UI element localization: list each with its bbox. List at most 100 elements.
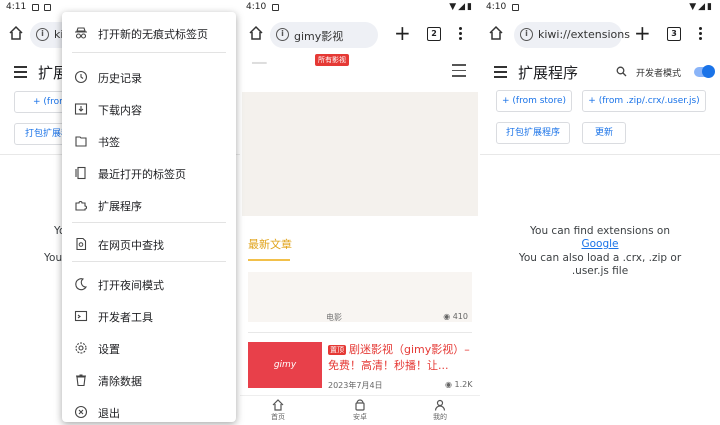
exit-icon [74,405,88,419]
new-tab-icon[interactable]: + [634,23,651,43]
download-icon [74,103,88,115]
status-bar: 4:10 ▼◢▮ [480,0,720,16]
hamburger-menu-icon[interactable] [494,66,507,81]
developer-tools-icon [74,310,88,322]
nav-android[interactable]: 安卓 [340,399,380,422]
article-card[interactable]: 电影 ◉ 410 [248,272,472,322]
menu-item-label: 书签 [98,136,120,149]
address-bar[interactable]: i kiwi://extensions [514,22,630,48]
address-text: gimy影视 [294,30,344,43]
site-badge: 所有影视 [315,54,349,66]
bottom-navigation: 首页 安卓 我的 [240,395,480,425]
tab-count[interactable]: 2 [427,27,441,41]
article-title-fragment: 电影 [326,313,342,322]
menu-item-incognito[interactable]: 打开新的无痕式标签页 [62,20,236,48]
notification-icon [512,4,519,11]
home-icon[interactable] [8,25,24,41]
pinned-tag: 置顶 [328,344,346,355]
status-time: 4:10 [246,2,267,12]
eye-icon: ◉ [443,312,451,321]
info-icon[interactable]: i [276,28,289,41]
incognito-icon [75,27,87,39]
menu-item-extensions[interactable]: 扩展程序 [62,192,236,220]
extension-icon [75,201,87,211]
browser-panel-middle: 4:10 ▼◢▮ i gimy影视 + 2 ━━ 所有影视 最新文章 电影 ◉ … [240,0,480,425]
developer-mode-label: 开发者模式 [636,69,682,79]
menu-item-label: 在网页中查找 [98,239,164,252]
eye-icon: ◉ [445,380,452,389]
view-count-value: 410 [452,312,468,321]
home-icon [272,399,284,411]
tab-count[interactable]: 3 [667,27,681,41]
menu-item-label: 最近打开的标签页 [98,168,186,181]
address-text: kiwi://extensions [538,28,630,41]
home-icon[interactable] [248,25,264,41]
menu-item-night-mode[interactable]: 打开夜间模式 [62,271,236,299]
menu-divider [72,222,226,223]
nav-mine-label: 我的 [433,413,447,421]
home-icon[interactable] [488,25,504,41]
nav-home[interactable]: 首页 [258,399,298,422]
menu-item-label: 下载内容 [98,104,142,117]
google-link[interactable]: Google [581,238,618,250]
info-icon[interactable]: i [36,28,49,41]
menu-item-find-in-page[interactable]: 在网页中查找 [62,231,236,259]
view-count-value: 1.2K [454,380,473,389]
section-title: 最新文章 [248,238,292,251]
user-icon [434,399,446,411]
hamburger-menu-icon[interactable] [14,66,27,81]
new-tab-icon[interactable]: + [394,23,411,43]
menu-item-history[interactable]: 历史记录 [62,64,236,92]
hero-banner[interactable] [242,92,478,216]
browser-panel-right: 4:10 ▼◢▮ i kiwi://extensions + 3 扩展程序 开发… [480,0,720,425]
menu-item-label: 扩展程序 [98,200,142,213]
add-from-store-button[interactable]: + (from store) [496,90,572,112]
nav-mine[interactable]: 我的 [420,399,460,422]
article-date: 2023年7月4日 [328,381,383,390]
article-thumbnail[interactable]: gimy [248,342,322,388]
history-icon [74,70,88,84]
menu-item-label: 打开新的无痕式标签页 [98,28,208,41]
nav-android-label: 安卓 [353,413,367,421]
menu-item-label: 历史记录 [98,72,142,85]
info-icon[interactable]: i [520,28,533,41]
empty-message-line3: .user.js file [571,265,629,277]
add-from-file-button[interactable]: + (from .zip/.crx/.user.js) [582,90,706,112]
clear-data-icon [76,374,86,387]
notification-icon [272,4,279,11]
notification-icon [32,4,39,11]
notification-icon [44,4,51,11]
divider [480,154,720,155]
overflow-menu: 打开新的无痕式标签页 历史记录 下载内容 书签 最近打开的标签页 扩展程序 在网… [62,12,236,422]
site-logo[interactable]: ━━ [252,56,266,70]
menu-item-clear-data[interactable]: 清除数据 [62,367,236,395]
menu-item-bookmarks[interactable]: 书签 [62,128,236,156]
section-underline [248,259,290,261]
menu-item-exit[interactable]: 退出 [62,399,236,425]
search-icon[interactable] [616,66,627,77]
night-mode-icon [75,278,87,291]
bookmark-icon [75,136,87,147]
update-button[interactable]: 更新 [582,122,626,144]
more-options-icon[interactable] [699,27,703,42]
browser-toolbar: i kiwi://extensions + 3 [480,18,720,50]
menu-item-recent-tabs[interactable]: 最近打开的标签页 [62,160,236,188]
status-time: 4:10 [486,2,507,12]
menu-item-developer-tools[interactable]: 开发者工具 [62,303,236,331]
empty-message-line2: You [44,252,63,264]
menu-item-settings[interactable]: 设置 [62,335,236,363]
developer-mode-toggle[interactable] [694,65,715,78]
menu-divider [72,52,226,53]
google-link-row: Google [480,238,720,251]
article-title[interactable]: 置顶 剧迷影视（gimy影视）– 免费！高清！秒播！让... [328,342,474,373]
system-icons: ▼◢▮ [449,2,474,12]
more-options-icon[interactable] [459,27,463,42]
site-menu-icon[interactable] [452,64,466,81]
pack-extension-button[interactable]: 打包扩展程序 [496,122,570,144]
menu-item-label: 退出 [98,407,120,420]
page-title: 扩展程序 [518,64,579,82]
status-bar: 4:10 ▼◢▮ [240,0,480,16]
article-title-text: 剧迷影视（gimy影视）– 免费！高清！秒播！让... [328,343,470,372]
address-bar[interactable]: i gimy影视 [270,22,378,48]
menu-item-downloads[interactable]: 下载内容 [62,96,236,124]
